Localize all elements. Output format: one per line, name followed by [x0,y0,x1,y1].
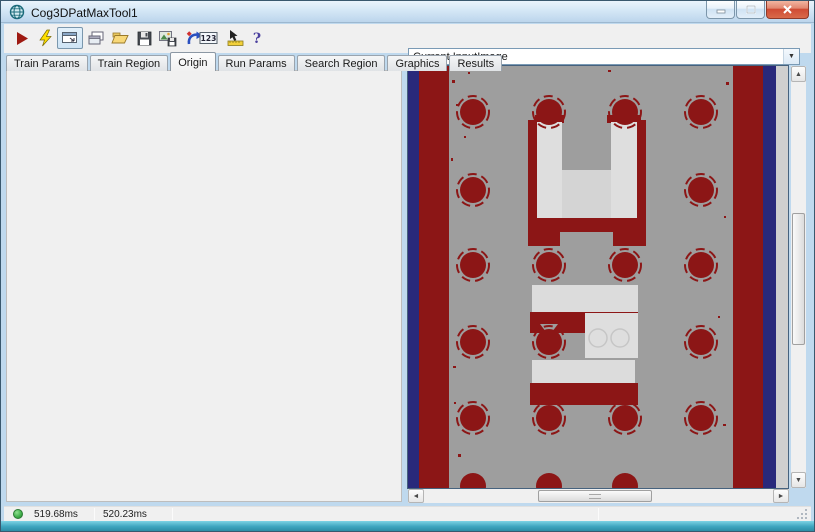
measure-icon[interactable] [225,28,245,48]
tab-run-params[interactable]: Run Params [217,55,295,71]
open-file-icon[interactable] [110,28,130,48]
tab-graphics[interactable]: Graphics [387,55,448,71]
floating-window-icon[interactable] [57,27,83,49]
tab-search-region[interactable]: Search Region [296,55,386,71]
title-bar: Cog3DPatMaxTool1 [1,1,814,23]
help-icon[interactable]: ? [247,28,267,48]
scroll-up-icon[interactable]: ▲ [791,66,806,82]
svg-text:?: ? [253,31,261,47]
resize-grip[interactable] [796,508,808,520]
horizontal-scrollbar[interactable]: ◄ ► [408,489,789,503]
tab-origin[interactable]: Origin [170,52,216,71]
horizontal-scrollbar-thumb[interactable] [538,490,652,502]
scroll-left-icon[interactable]: ◄ [408,489,424,503]
scroll-down-icon[interactable]: ▼ [791,472,806,488]
numeric-display-icon[interactable]: 123 [198,28,218,48]
status-indicator-icon [13,509,23,519]
status-separator [94,508,95,520]
window-title: Cog3DPatMaxTool1 [31,6,138,20]
svg-text:123: 123 [200,34,216,43]
scroll-right-icon[interactable]: ► [773,489,789,503]
vertical-scrollbar[interactable]: ▲ ▼ [791,66,806,488]
scrollbar-grip [589,493,601,499]
tab-results[interactable]: Results [449,55,503,71]
minimize-button[interactable] [706,1,735,19]
result-display-icon[interactable] [86,28,106,48]
app-icon [9,4,25,20]
electric-run-icon[interactable] [36,28,56,48]
save-file-icon[interactable] [134,28,154,48]
status-time-1: 519.68ms [34,509,78,520]
status-separator [598,508,599,520]
tab-strip: Train Params Train Region Origin Run Par… [6,52,504,71]
origin-tab-page [6,70,402,502]
status-separator [172,508,173,520]
maximize-button[interactable] [736,1,765,19]
vertical-scrollbar-thumb[interactable] [792,213,805,345]
minimize-icon [716,9,725,14]
tab-train-params[interactable]: Train Params [6,55,88,71]
tab-train-region[interactable]: Train Region [89,55,169,71]
run-icon[interactable] [12,28,32,48]
maximize-icon [745,5,756,14]
input-image-graphic [408,66,788,499]
chevron-down-icon[interactable]: ▼ [783,49,799,64]
input-image-display[interactable] [407,65,789,499]
status-time-2: 520.23ms [103,509,147,520]
close-button[interactable] [766,1,809,19]
save-image-icon[interactable] [157,28,177,48]
close-icon [783,5,792,14]
window-bottom-border [1,521,814,531]
